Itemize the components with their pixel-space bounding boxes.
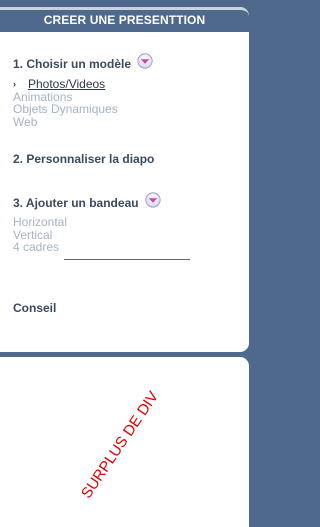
chevron-right-icon: › bbox=[13, 79, 16, 90]
step-customize-slide-title[interactable]: 2. Personnaliser la diapo bbox=[13, 152, 154, 166]
panel-header: CREER UNE PRESENTTION bbox=[0, 7, 249, 32]
banner-item-4-cadres[interactable]: 4 cadres bbox=[13, 241, 161, 254]
step-add-banner-title[interactable]: 3. Ajouter un bandeau bbox=[13, 192, 161, 211]
step-add-banner: 3. Ajouter un bandeau Horizontal Vertica… bbox=[13, 192, 161, 254]
chevron-down-icon[interactable] bbox=[144, 192, 161, 208]
chevron-down-icon[interactable] bbox=[137, 53, 153, 69]
surplus-label: SURPLUS DE DIV bbox=[77, 388, 163, 502]
divider bbox=[64, 259, 190, 260]
presentation-panel: CREER UNE PRESENTTION 1. Choisir un modè… bbox=[0, 7, 249, 352]
step-customize-slide: 2. Personnaliser la diapo bbox=[13, 152, 154, 166]
surplus-div: SURPLUS DE DIV bbox=[0, 357, 249, 527]
tip-section: Conseil bbox=[13, 301, 56, 315]
step-choose-model: 1. Choisir un modèle › Photos/Videos Ani… bbox=[13, 53, 153, 129]
banner-item-horizontal[interactable]: Horizontal bbox=[13, 216, 161, 229]
tip-title[interactable]: Conseil bbox=[13, 301, 56, 315]
model-item-web[interactable]: Web bbox=[13, 115, 153, 129]
model-item-objets-dynamiques[interactable]: Objets Dynamiques bbox=[13, 103, 153, 116]
step-choose-model-title[interactable]: 1. Choisir un modèle bbox=[13, 53, 153, 72]
model-item-photos-videos[interactable]: › Photos/Videos bbox=[13, 78, 153, 91]
page: CREER UNE PRESENTTION 1. Choisir un modè… bbox=[0, 0, 262, 527]
